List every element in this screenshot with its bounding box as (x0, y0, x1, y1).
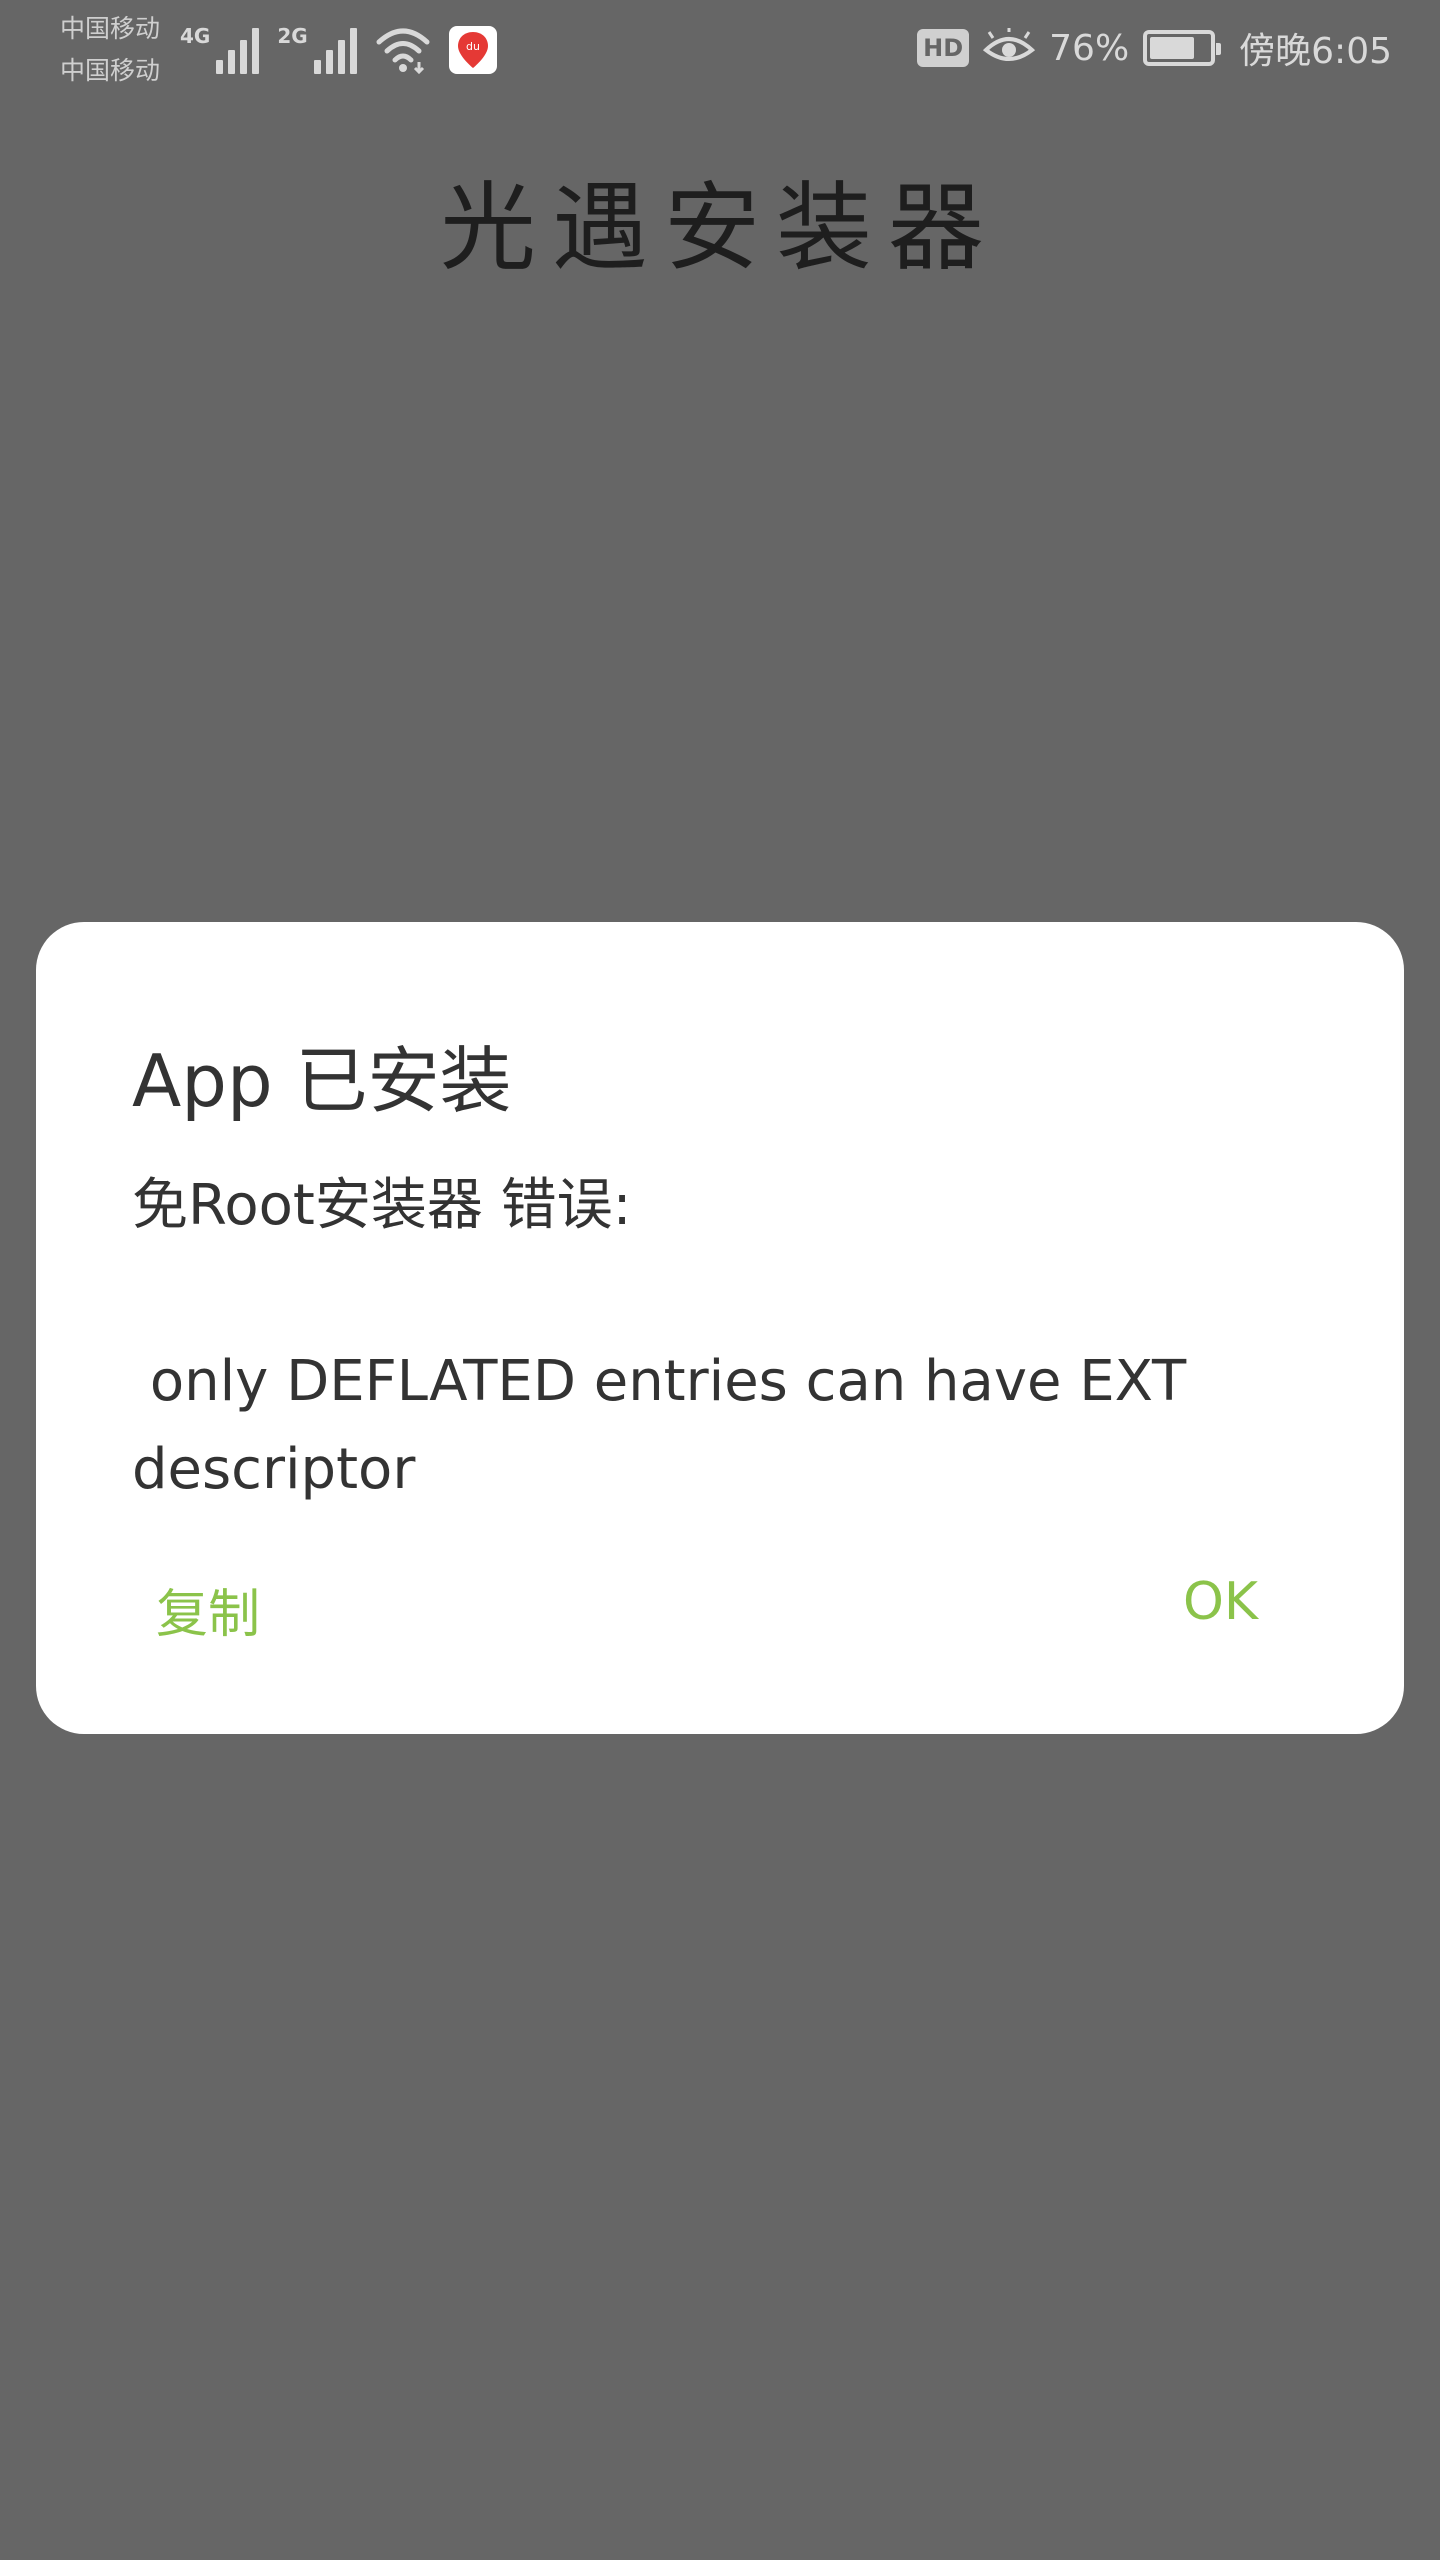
carrier-2: 中国移动 (60, 56, 161, 85)
install-result-dialog: App 已安装 免Root安装器 错误: only DEFLATED entri… (36, 922, 1404, 1734)
signal-2: 2G (277, 24, 357, 74)
network-indicators: 4G 2G du (180, 18, 497, 74)
page-title: 光遇安装器 (440, 172, 1000, 284)
eye-comfort-icon (983, 28, 1036, 61)
dialog-title: App 已安装 (132, 1039, 512, 1123)
hd-badge: HD (917, 29, 970, 67)
signal-icon (313, 24, 357, 74)
baidu-app-icon: du (448, 26, 497, 74)
dialog-message: 免Root安装器 错误: only DEFLATED entries can h… (132, 1173, 1187, 1502)
battery-percent: 76% (1049, 27, 1130, 69)
signal-1: 4G (180, 24, 260, 74)
battery-fill (1150, 37, 1195, 59)
status-time: 傍晚6:05 (1239, 31, 1392, 72)
status-bar: 中国移动 中国移动 4G 2G du HD 76% 傍晚6:05 (0, 0, 1440, 96)
carrier-labels: 中国移动 中国移动 (60, 8, 160, 92)
signal-icon (216, 24, 260, 74)
network-type-2: 2G (277, 24, 308, 48)
status-right: HD 76% 傍晚6:05 (917, 22, 1392, 74)
carrier-1: 中国移动 (60, 14, 161, 43)
copy-button[interactable]: 复制 (156, 1572, 260, 1647)
network-type-1: 4G (180, 24, 211, 48)
baidu-label: du (466, 40, 480, 53)
battery-icon (1143, 30, 1222, 66)
wifi-icon (376, 28, 430, 74)
ok-button[interactable]: OK (1183, 1572, 1258, 1632)
map-pin-icon: du (457, 32, 488, 68)
